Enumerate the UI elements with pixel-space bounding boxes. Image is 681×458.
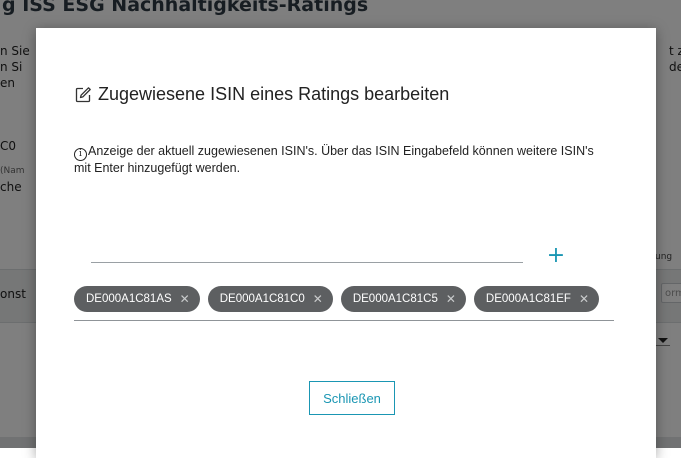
isin-chip-label: DE000A1C81C5: [352, 293, 438, 305]
edit-isin-dialog: Zugewiesene ISIN eines Ratings bearbeite…: [36, 28, 656, 458]
dialog-title: Zugewiesene ISIN eines Ratings bearbeite…: [74, 84, 449, 105]
dialog-title-text: Zugewiesene ISIN eines Ratings bearbeite…: [98, 84, 450, 104]
isin-chip: DE000A1C81AS ✕: [74, 286, 200, 312]
add-isin-button[interactable]: +: [543, 243, 569, 269]
isin-input[interactable]: [91, 242, 523, 263]
close-icon[interactable]: ✕: [180, 292, 190, 306]
info-message-text: Anzeige der aktuell zugewiesenen ISIN's.…: [74, 144, 594, 175]
pencil-square-icon: [74, 86, 92, 104]
isin-chip-label: DE000A1C81AS: [86, 293, 172, 305]
close-icon[interactable]: ✕: [446, 292, 456, 306]
close-icon[interactable]: ✕: [579, 292, 589, 306]
isin-chip-label: DE000A1C81C0: [219, 293, 305, 305]
close-icon[interactable]: ✕: [313, 292, 323, 306]
isin-chip: DE000A1C81EF ✕: [473, 286, 600, 312]
close-button[interactable]: Schließen: [309, 381, 395, 415]
isin-chip: DE000A1C81C5 ✕: [340, 286, 466, 312]
assigned-isin-list: DE000A1C81AS ✕ DE000A1C81C0 ✕ DE000A1C81…: [74, 286, 614, 321]
isin-chip: DE000A1C81C0 ✕: [207, 286, 333, 312]
info-icon: i: [74, 148, 87, 161]
isin-chip-label: DE000A1C81EF: [485, 293, 571, 305]
info-message: i Anzeige der aktuell zugewiesenen ISIN's…: [74, 144, 594, 175]
